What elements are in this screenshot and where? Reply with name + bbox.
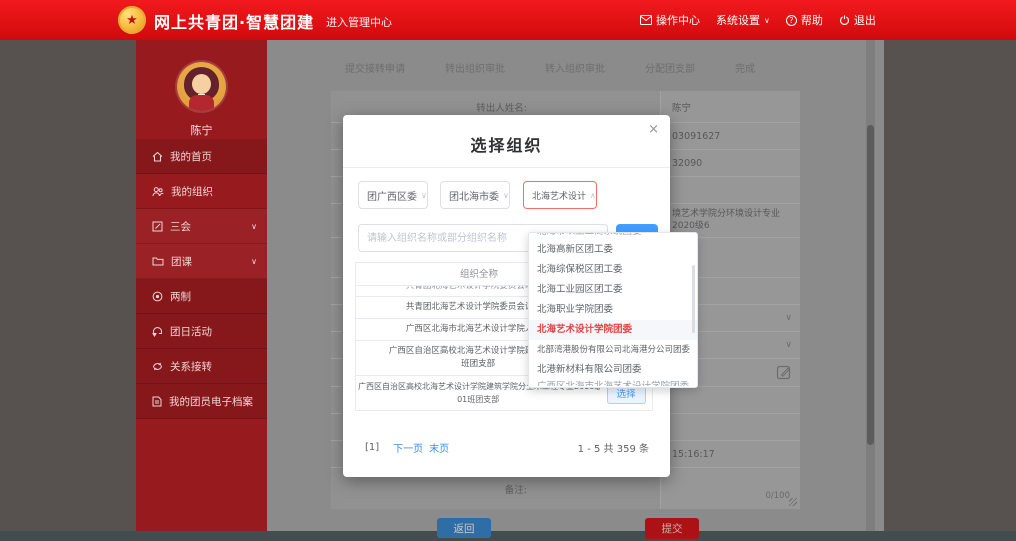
edit-pencil-icon xyxy=(776,364,792,380)
modal-title: 选择组织 xyxy=(343,132,670,156)
divider xyxy=(343,167,670,168)
pagination: [1] 下一页 末页 1 - 5 共 359 条 xyxy=(355,440,653,455)
file-icon xyxy=(152,396,162,407)
mail-icon xyxy=(640,15,652,25)
folder-icon xyxy=(152,256,164,266)
target-icon xyxy=(152,291,163,302)
step-3: 转入组织审批 xyxy=(545,60,605,75)
remark-textarea[interactable]: 0/100 xyxy=(661,468,800,509)
resize-handle-icon[interactable] xyxy=(789,498,797,506)
chevron-down-icon: ∨ xyxy=(785,313,792,323)
top-header: ★ 网上共青团·智慧团建 进入管理中心 操作中心 系统设置 ∨ ? 帮助 退出 xyxy=(0,0,1016,40)
dropdown-item-clipped[interactable]: 北海市以上工商系统团委 xyxy=(529,233,697,240)
sidebar-item-sanhui[interactable]: 三会 ∨ xyxy=(136,209,267,244)
username: 陈宁 xyxy=(136,122,267,138)
page-right-margin xyxy=(884,40,1016,531)
dropdown-item[interactable]: 北海高新区团工委 xyxy=(529,240,697,260)
caret-up-icon: ∧ xyxy=(586,191,596,200)
avatar xyxy=(177,62,226,111)
char-counter: 0/100 xyxy=(766,491,791,501)
sidebar: 陈宁 我的首页 我的组织 三会 ∨ 团课 ∨ 两制 xyxy=(136,40,267,531)
sidebar-item-home[interactable]: 我的首页 xyxy=(136,139,267,174)
sidebar-item-member-archive[interactable]: 我的团员电子档案 xyxy=(136,384,267,419)
scrollbar-thumb[interactable] xyxy=(867,125,874,445)
dropdown-scrollbar-thumb[interactable] xyxy=(692,265,695,333)
wizard-steps: 提交接转申请 转出组织审批 转入组织审批 分配团支部 完成 xyxy=(345,60,755,75)
sidebar-item-organization[interactable]: 我的组织 xyxy=(136,174,267,209)
caret-down-icon: ∨ xyxy=(499,191,509,200)
submit-button[interactable]: 提交 xyxy=(645,518,699,539)
app-title: 网上共青团·智慧团建 xyxy=(154,9,314,33)
page-last-link[interactable]: 末页 xyxy=(429,440,449,455)
page-current[interactable]: [1] xyxy=(365,442,379,453)
page-scrollbar[interactable] xyxy=(866,40,875,531)
footer-strip xyxy=(0,531,1016,541)
help-icon: ? xyxy=(786,15,797,26)
sidebar-menu: 我的首页 我的组织 三会 ∨ 团课 ∨ 两制 团日活动 xyxy=(136,139,267,419)
step-2: 转出组织审批 xyxy=(445,60,505,75)
field-value: 03091627 xyxy=(661,123,800,149)
page-summary: 1 - 5 共 359 条 xyxy=(578,440,649,455)
field-value: 陈宁 xyxy=(661,91,800,122)
chevron-down-icon: ∨ xyxy=(251,257,257,266)
sidebar-item-liangzhi[interactable]: 两制 xyxy=(136,279,267,314)
dropdown-item[interactable]: 北海工业园区团工委 xyxy=(529,280,697,300)
menu-operation-center[interactable]: 操作中心 xyxy=(640,12,700,28)
org-level-select-2[interactable]: 团北海市委 ∨ xyxy=(440,181,510,209)
chevron-down-icon: ∨ xyxy=(785,340,792,350)
step-1: 提交接转申请 xyxy=(345,60,405,75)
app-screen: ★ 网上共青团·智慧团建 进入管理中心 操作中心 系统设置 ∨ ? 帮助 退出 xyxy=(0,0,1016,541)
home-icon xyxy=(152,151,163,162)
chevron-down-icon: ∨ xyxy=(251,222,257,231)
page-left-margin xyxy=(0,40,136,531)
caret-down-icon: ∨ xyxy=(417,191,427,200)
field-value-time: 15:16:17 xyxy=(661,441,800,467)
sidebar-item-activity[interactable]: 团日活动 xyxy=(136,314,267,349)
step-5: 完成 xyxy=(735,60,755,75)
compose-icon xyxy=(152,221,163,232)
step-4: 分配团支部 xyxy=(645,60,695,75)
sidebar-item-relation-transfer[interactable]: 关系接转 xyxy=(136,349,267,384)
power-icon xyxy=(839,15,850,26)
dropdown-item[interactable]: 北海职业学院团委 xyxy=(529,300,697,320)
refresh-icon xyxy=(152,361,163,372)
menu-help[interactable]: ? 帮助 xyxy=(786,12,823,28)
dropdown-item-clipped[interactable]: 广西区北海市北海艺术设计学院团委 xyxy=(529,380,697,386)
org-level-select-1[interactable]: 团广西区委 ∨ xyxy=(358,181,428,209)
org-dropdown-panel: 北海市以上工商系统团委 北海高新区团工委 北海综保税区团工委 北海工业园区团工委… xyxy=(528,232,698,388)
menu-logout[interactable]: 退出 xyxy=(839,12,876,28)
sidebar-item-tuanke[interactable]: 团课 ∨ xyxy=(136,244,267,279)
page-next-link[interactable]: 下一页 xyxy=(393,440,423,455)
dropdown-item[interactable]: 北港新材料有限公司团委 xyxy=(529,360,697,380)
dropdown-item-selected[interactable]: 北海艺术设计学院团委 xyxy=(529,320,697,340)
dropdown-item[interactable]: 北部湾港股份有限公司北海港分公司团委 xyxy=(529,340,697,360)
field-value: 32090 xyxy=(661,150,800,176)
back-button[interactable]: 返回 xyxy=(437,518,491,538)
activity-icon xyxy=(152,326,163,337)
dropdown-item[interactable]: 北海综保税区团工委 xyxy=(529,260,697,280)
menu-system-settings[interactable]: 系统设置 ∨ xyxy=(716,12,770,28)
users-icon xyxy=(152,186,164,197)
caret-down-icon: ∨ xyxy=(764,16,770,25)
header-menu: 操作中心 系统设置 ∨ ? 帮助 退出 xyxy=(640,0,876,40)
cyl-emblem-icon: ★ xyxy=(118,6,146,34)
enter-admin-link[interactable]: 进入管理中心 xyxy=(326,14,392,30)
org-level-select-3[interactable]: 北海艺术设计 ∧ xyxy=(523,181,597,209)
